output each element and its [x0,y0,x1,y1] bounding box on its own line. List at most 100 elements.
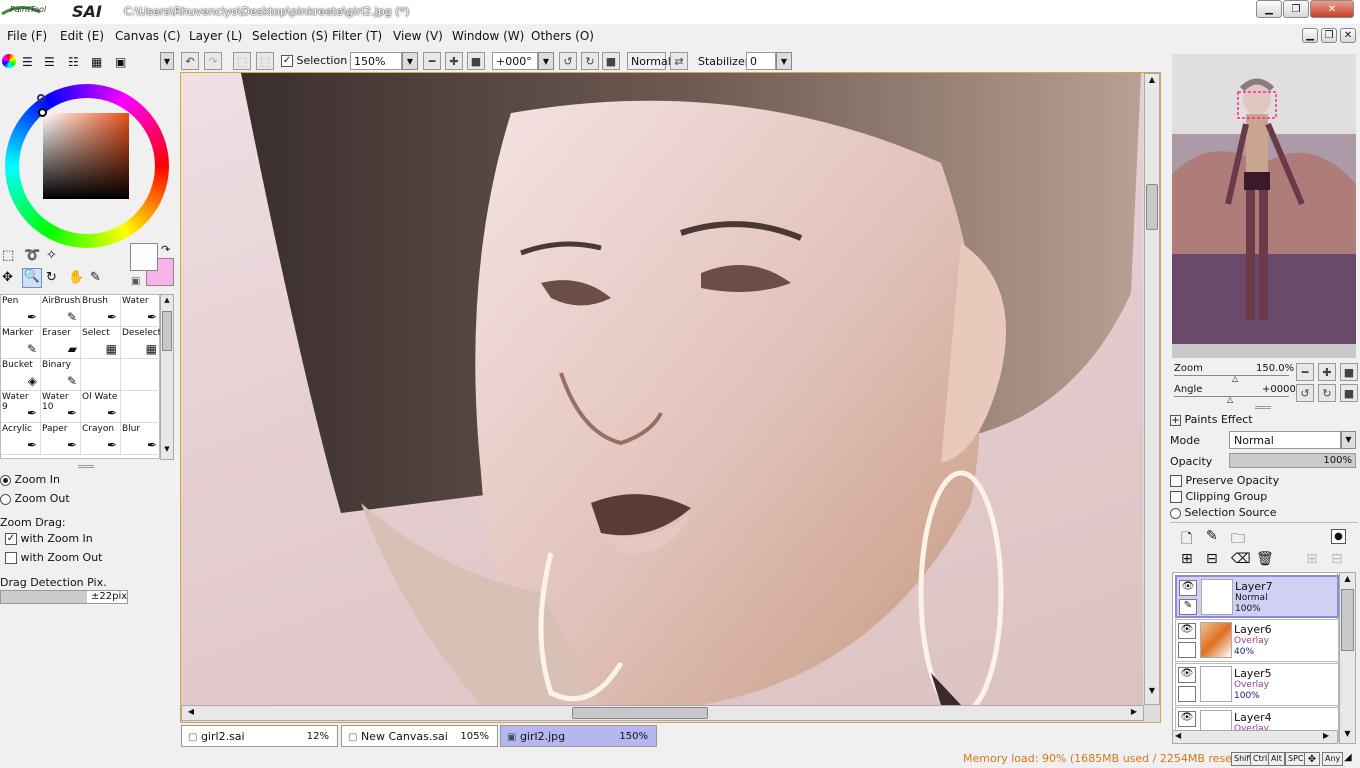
menu-others[interactable]: Others (O) [531,29,594,43]
navigator-preview[interactable] [1172,54,1356,358]
tool-pen[interactable]: Pen ✒ [1,295,41,327]
mode-dropdown-icon[interactable]: ▼ [1341,431,1356,449]
move-icon[interactable]: ✥ [2,270,13,285]
hue-handle[interactable] [37,94,45,102]
tool-binary[interactable]: Binary ✎ [41,359,81,391]
layer-scroll-thumb[interactable] [1341,589,1354,651]
drag-detection-slider[interactable]: ±22pix [0,590,128,604]
layer-item[interactable]: 👁 Layer6 Overlay 40% [1175,619,1339,662]
zoom-in-radio[interactable] [0,474,11,486]
tab-girl2-jpg[interactable]: ▣ girl2.jpg 150% [500,725,657,747]
color-wheel-tab-icon[interactable] [2,54,16,68]
canvas-scroll-right-icon[interactable]: ▶ [1127,707,1141,719]
primary-color-swatch[interactable] [130,243,158,271]
tool-grid-scrollbar[interactable]: ▲ ▼ [160,294,174,460]
canvas-vertical-scrollbar[interactable]: ▲ ▼ [1144,73,1160,705]
layer-mask-icon[interactable]: ● [1331,529,1346,544]
scratchpad-tab-icon[interactable]: ▣ [115,55,126,69]
new-linework-layer-icon[interactable]: ✎ [1206,528,1218,544]
rect-select-icon[interactable]: ⬚ [2,248,14,263]
visibility-eye-icon[interactable]: 👁 [1178,667,1196,683]
scroll-up-icon[interactable]: ▲ [162,296,172,308]
magic-wand-icon[interactable]: ✧ [46,248,57,263]
deselect-icon[interactable]: ⬚ [233,52,251,70]
preserve-opacity-checkbox[interactable] [1170,475,1182,487]
canvas-hscroll-thumb[interactable] [572,707,708,719]
scroll-down-icon[interactable]: ▼ [162,445,172,457]
layer-scroll-left-icon[interactable]: ◀ [1175,731,1181,740]
layer-scroll-right-icon[interactable]: ▶ [1323,731,1329,740]
visibility-eye-icon[interactable]: 👁 [1178,623,1196,639]
tool-crayon[interactable]: Crayon ✒ [81,423,121,455]
new-folder-icon[interactable]: 🗀 [1231,528,1245,552]
tool-empty-1[interactable] [81,359,121,391]
nav-rotate-left-icon[interactable]: ↺ [1296,384,1314,402]
panel-splitter[interactable] [78,465,94,468]
palette-tab-icon[interactable]: ▦ [91,55,102,69]
menu-file[interactable]: File (F) [7,29,47,43]
tool-bucket[interactable]: Bucket ◈ [1,359,41,391]
tool-eraser[interactable]: Eraser ▰ [41,327,81,359]
tool-water[interactable]: Water ✒ [121,295,161,327]
alt-key-indicator[interactable]: Alt [1268,752,1285,766]
rgb-slider-tab-icon[interactable]: ☰ [22,55,33,69]
doc-minimize-button[interactable]: ▁ [1302,28,1318,43]
layer-list-hscrollbar[interactable]: ◀ ▶ [1172,730,1338,744]
eyedropper-icon[interactable]: ✎ [90,270,101,285]
minimize-button[interactable]: ▁ [1256,0,1282,18]
zoom-in-icon[interactable]: ✚ [445,52,463,70]
merge-down-icon[interactable]: ⊟ [1206,551,1218,567]
stabilizer-dropdown-icon[interactable]: ▼ [776,52,792,70]
zoom-reset-icon[interactable]: ■ [467,52,485,70]
visibility-eye-icon[interactable]: 👁 [1179,580,1197,596]
hsv-slider-tab-icon[interactable]: ☰ [44,55,55,69]
canvas-scroll-up-icon[interactable]: ▲ [1146,75,1158,89]
delete-layer-icon[interactable]: 🗑 [1256,551,1274,567]
selection-source-option[interactable]: Selection Source [1170,506,1276,519]
new-layer-icon[interactable]: 🗋 [1181,528,1192,552]
menu-view[interactable]: View (V) [393,29,443,43]
tool-water-9[interactable]: Water 9 ✒ [1,391,41,423]
move-indicator-icon[interactable]: ✥ [1304,752,1320,766]
lasso-icon[interactable]: ➰ [24,248,40,263]
menu-filter[interactable]: Filter (T) [332,29,382,43]
layer-lock-box[interactable] [1178,642,1196,658]
rotate-left-icon[interactable]: ↺ [559,52,577,70]
menu-canvas[interactable]: Canvas (C) [115,29,181,43]
any-key-indicator[interactable]: Any [1322,752,1344,766]
layer-scroll-down-icon[interactable]: ▼ [1341,729,1354,741]
delete-mask-icon[interactable]: ⊟ [1331,551,1343,567]
nav-zoom-in-icon[interactable]: ✚ [1318,363,1336,381]
transfer-down-icon[interactable]: ⊞ [1181,551,1193,567]
drawing-canvas[interactable] [181,73,1143,705]
tool-empty-2[interactable] [121,359,161,391]
tool-select[interactable]: Select ▦ [81,327,121,359]
selection-toggle[interactable]: ✓ Selection [281,54,347,67]
selection-checkbox[interactable]: ✓ [281,55,293,67]
nav-zoom-reset-icon[interactable]: ■ [1340,363,1358,381]
selection-source-radio[interactable] [1170,507,1181,519]
tool-brush[interactable]: Brush ✒ [81,295,121,327]
tool-paper[interactable]: Paper ✒ [41,423,81,455]
tab-new-canvas-sai[interactable]: ▢ New Canvas.sai 105% [341,725,498,747]
panel-menu-icon[interactable]: ▼ [160,52,174,70]
layer-list-scrollbar[interactable]: ▲ ▼ [1339,572,1356,744]
zoom-tool-icon[interactable]: 🔍 [22,268,42,288]
tool-acrylic[interactable]: Acrylic ✒ [1,423,41,455]
preserve-opacity-option[interactable]: Preserve Opacity [1170,474,1279,487]
tab-girl2-sai[interactable]: ▢ girl2.sai 12% [181,725,338,747]
close-button[interactable]: ✕ [1310,0,1354,18]
opacity-slider[interactable]: 100% [1229,453,1356,468]
angle-field[interactable]: +000° [492,52,538,70]
nav-zoom-handle[interactable]: △ [1232,374,1238,383]
nav-rotate-reset-icon[interactable]: ■ [1340,384,1358,402]
swatch-tab-icon[interactable]: ☷ [68,55,79,69]
rotate-right-icon[interactable]: ↻ [581,52,599,70]
invert-selection-icon[interactable]: ⬚ [256,52,274,70]
tool-empty-3[interactable] [121,391,161,423]
nav-zoom-out-icon[interactable]: ━ [1296,363,1314,381]
canvas-scroll-left-icon[interactable]: ◀ [184,707,198,719]
layer-lock-box[interactable] [1178,686,1196,702]
color-picker-handle[interactable] [38,108,47,117]
flip-icon[interactable]: ⇄ [670,52,688,70]
